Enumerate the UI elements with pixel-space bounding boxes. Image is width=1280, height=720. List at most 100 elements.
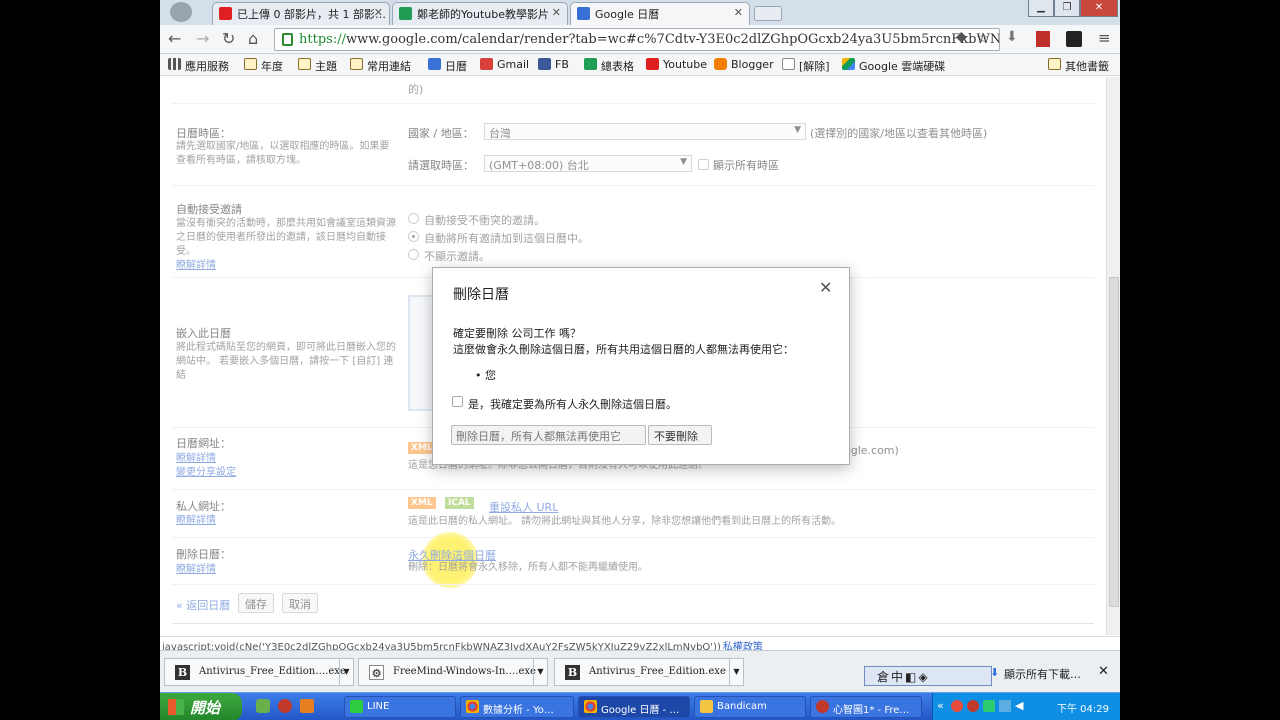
dont-delete-button[interactable]: 不要刪除 — [648, 425, 712, 445]
bookmark-label: FB — [555, 58, 569, 71]
tab-sheets[interactable]: 鄭老師的Youtube教學影片 ✕ — [392, 2, 568, 25]
bookmark-drive[interactable]: Google 雲端硬碟 — [842, 58, 945, 74]
network-icon[interactable] — [999, 700, 1011, 712]
extension-icon[interactable]: ◆ — [956, 29, 967, 45]
clock[interactable]: 下午 04:29 — [1057, 700, 1109, 715]
delete-calendar-dialog: 刪除日曆 ✕ 確定要刪除 公司工作 嗎？ 這麼做會永久刪除這個日曆，所有共用這個… — [432, 267, 850, 465]
chevron-down-icon[interactable]: ▼ — [533, 659, 547, 685]
close-icon[interactable]: ✕ — [374, 6, 383, 19]
close-icon[interactable]: ✕ — [819, 278, 832, 297]
privacy-link[interactable]: 私權政策 — [723, 642, 763, 650]
chrome-icon — [466, 700, 479, 713]
chrome-icon — [584, 700, 597, 713]
reload-icon[interactable]: ↻ — [222, 29, 235, 48]
bookmark-label: [解除] — [799, 60, 830, 73]
minimize-button[interactable]: ▁ — [1028, 0, 1054, 17]
bookmark-label: Google 雲端硬碟 — [859, 60, 946, 73]
sheets-icon — [399, 7, 412, 20]
bookmark-links[interactable]: 常用連結 — [350, 58, 411, 74]
sheets-icon — [584, 58, 597, 70]
dialog-warning: 這麼做會永久刪除這個日曆，所有共用這個日曆的人都無法再使用它： — [453, 343, 794, 356]
dialog-question: 確定要刪除 公司工作 嗎？ — [453, 327, 581, 340]
bookmark-gmail[interactable]: Gmail — [480, 58, 529, 71]
show-all-downloads-link[interactable]: 顯示所有下載… — [1004, 666, 1081, 682]
tray-app-icon[interactable] — [967, 700, 979, 712]
right-letterbox — [1120, 0, 1280, 720]
start-button[interactable]: 開始 — [160, 693, 242, 720]
forward-icon[interactable]: → — [196, 29, 209, 48]
bookmark-label: 主題 — [315, 60, 337, 73]
volume-icon[interactable]: ◀ — [1015, 699, 1023, 712]
bookmark-label: 應用服務 — [185, 60, 229, 73]
address-bar[interactable]: https://www.google.com/calendar/render?t… — [274, 28, 1000, 51]
calendar-settings-page: 的) 日曆時區： 請先選取國家/地區，以選取相應的時區。如果要查看所有時區，請核… — [160, 77, 1106, 635]
taskbar-item-freemind[interactable]: 心智圖1* - Fre… — [810, 696, 922, 718]
bookmark-year[interactable]: 年度 — [244, 58, 283, 74]
quick-launch-icon[interactable] — [256, 699, 270, 713]
download-filename: FreeMind-Windows-In….exe — [393, 666, 536, 677]
tab-label: 鄭老師的Youtube教學影片 — [417, 8, 549, 21]
scrollbar-thumb[interactable] — [1109, 277, 1119, 607]
bookmark-other[interactable]: 其他書籤 — [1048, 58, 1109, 74]
bookmark-apps[interactable]: 應用服務 — [168, 58, 229, 74]
taskbar-item-chrome-1[interactable]: 數據分析 - Yo… — [460, 696, 574, 718]
left-letterbox — [0, 0, 160, 720]
freemind-icon — [816, 700, 829, 713]
download-item-2[interactable]: ⚙ FreeMind-Windows-In….exe ▼ — [358, 658, 548, 686]
download-filename: Antivirus_Free_Edition.exe — [589, 666, 726, 677]
bookmark-label: Gmail — [497, 58, 530, 71]
bookmark-star-icon[interactable]: ☆ — [976, 29, 989, 47]
bullet-text: 您 — [485, 369, 496, 382]
menu-icon[interactable]: ≡ — [1098, 29, 1111, 47]
system-tray: « ◀ 下午 04:29 — [932, 693, 1120, 720]
close-icon[interactable]: ✕ — [552, 6, 561, 19]
bookmark-label: 其他書籤 — [1065, 60, 1109, 73]
tray-app-icon[interactable] — [951, 700, 963, 712]
bookmark-topic[interactable]: 主題 — [298, 58, 337, 74]
delete-for-everyone-button[interactable]: 刪除日曆，所有人都無法再使用它 — [451, 425, 646, 445]
bookmark-calendar[interactable]: 日曆 — [428, 58, 467, 74]
download-item-1[interactable]: B Antivirus_Free_Edition….exe ▼ — [164, 658, 354, 686]
blogger-icon — [714, 58, 727, 70]
title-bar: 已上傳 0 部影片，共 1 部影… ✕ 鄭老師的Youtube教學影片 ✕ Go… — [160, 0, 1120, 25]
tab-label: 已上傳 0 部影片，共 1 部影… — [237, 8, 386, 21]
bookmark-fb[interactable]: FB — [538, 58, 569, 71]
bookmark-blogger[interactable]: Blogger — [714, 58, 774, 71]
screen: 已上傳 0 部影片，共 1 部影… ✕ 鄭老師的Youtube教學影片 ✕ Go… — [160, 0, 1120, 720]
chevron-down-icon[interactable]: ▼ — [339, 659, 353, 685]
bookmark-label: Blogger — [731, 58, 774, 71]
page-scrollbar[interactable] — [1106, 77, 1120, 635]
home-icon[interactable]: ⌂ — [248, 29, 258, 48]
download-item-3[interactable]: B Antivirus_Free_Edition.exe ▼ — [554, 658, 744, 686]
bookmark-sheets[interactable]: 總表格 — [584, 58, 634, 74]
maximize-button[interactable]: ❐ — [1054, 0, 1080, 17]
quick-launch-icon[interactable] — [278, 699, 292, 713]
quick-launch-icon[interactable] — [300, 699, 314, 713]
confirm-delete-checkbox[interactable] — [452, 396, 463, 407]
taskbar-item-line[interactable]: LINE — [344, 696, 456, 718]
download-extension-icon[interactable]: ⬇ — [1006, 29, 1018, 45]
spy-extension-icon[interactable] — [1066, 31, 1082, 47]
bookmark-extension-icon[interactable] — [1036, 31, 1050, 47]
taskbar-item-chrome-2[interactable]: Google 日曆 - … — [578, 696, 690, 718]
tab-youtube-upload[interactable]: 已上傳 0 部影片，共 1 部影… ✕ — [212, 2, 390, 25]
tab-google-calendar[interactable]: Google 日曆 ✕ — [570, 2, 750, 25]
dialog-bullet-item: • 您 — [475, 369, 496, 382]
close-icon[interactable]: ✕ — [1098, 664, 1109, 679]
ime-text: 倉中◧◈ — [877, 670, 930, 684]
back-icon[interactable]: ← — [168, 29, 181, 48]
close-icon[interactable]: ✕ — [734, 6, 743, 19]
taskbar-item-bandicam[interactable]: Bandicam — [694, 696, 806, 718]
new-tab-button[interactable] — [754, 6, 782, 21]
tray-expand-icon[interactable]: « — [937, 699, 944, 712]
bookmark-youtube[interactable]: Youtube — [646, 58, 707, 71]
chevron-down-icon[interactable]: ▼ — [729, 659, 743, 685]
bookmark-unlock[interactable]: [解除] — [782, 58, 830, 74]
start-label: 開始 — [190, 699, 221, 717]
url-text: www.google.com/calendar/render?tab=wc#c%… — [345, 32, 1000, 47]
bookmark-label: Youtube — [663, 58, 707, 71]
ime-toolbar[interactable]: 倉中◧◈ — [864, 666, 992, 686]
close-window-button[interactable]: ✕ — [1080, 0, 1118, 17]
profile-avatar-icon[interactable] — [170, 2, 192, 22]
tray-app-icon[interactable] — [983, 700, 995, 712]
